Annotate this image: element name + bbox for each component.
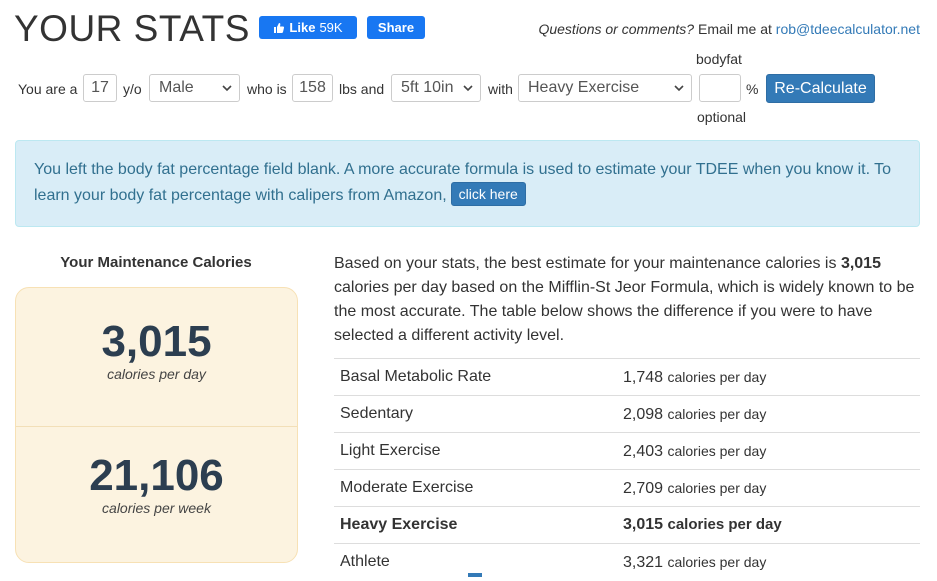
activity-level-label: Moderate Exercise	[340, 479, 474, 496]
calories-unit: calories per day	[667, 443, 767, 459]
activity-select[interactable]: Heavy Exercise	[518, 74, 692, 102]
contact-question: Questions or comments?	[538, 21, 695, 37]
calories-value: 2,098	[623, 406, 664, 423]
activity-level-label: Light Exercise	[340, 442, 441, 459]
activity-level-label: Heavy Exercise	[340, 516, 458, 533]
daily-calories-label: calories per day	[107, 366, 206, 382]
activity-level-value: 2,403 calories per day	[623, 433, 766, 470]
calories-value: 2,403	[623, 443, 664, 460]
chevron-down-icon	[222, 85, 232, 92]
maintenance-title: Your Maintenance Calories	[60, 254, 252, 271]
gender-value: Male	[159, 79, 194, 96]
activity-level-value: 3,321 calories per day	[623, 544, 766, 581]
table-row: Sedentary 2,098 calories per day	[334, 396, 920, 433]
calories-value: 1,748	[623, 369, 664, 386]
height-value: 5ft 10in	[401, 79, 454, 96]
calories-unit: calories per day	[667, 480, 767, 496]
with-label: with	[488, 81, 513, 97]
description-bold-value: 3,015	[840, 255, 881, 272]
bodyfat-label: bodyfat	[696, 51, 742, 67]
table-row: Basal Metabolic Rate 1,748 calories per …	[334, 359, 920, 396]
bodyfat-alert: You left the body fat percentage field b…	[15, 140, 920, 227]
age-input[interactable]: 17	[83, 74, 117, 102]
table-row-selected: Heavy Exercise 3,015 calories per day	[334, 507, 920, 544]
like-label: Like	[289, 20, 316, 35]
weekly-calories-section: 21,106 calories per week	[16, 451, 297, 517]
activity-level-label: Athlete	[340, 553, 390, 570]
calories-card: 3,015 calories per day 21,106 calories p…	[15, 287, 298, 563]
contact-line: Questions or comments? Email me at rob@t…	[538, 21, 920, 37]
activity-level-value: 1,748 calories per day	[623, 359, 766, 396]
calories-value: 3,015	[623, 516, 664, 533]
activity-level-label: Basal Metabolic Rate	[340, 368, 492, 385]
table-row: Athlete 3,321 calories per day	[334, 544, 920, 580]
bodyfat-input[interactable]	[699, 74, 741, 102]
contact-text: Email me at	[697, 21, 772, 37]
percent-label: %	[746, 81, 759, 97]
recalculate-button[interactable]: Re-Calculate	[766, 74, 875, 103]
chevron-down-icon	[463, 85, 473, 92]
yo-label: y/o	[123, 81, 142, 97]
daily-calories-section: 3,015 calories per day	[16, 317, 297, 383]
chevron-down-icon	[674, 85, 684, 92]
table-row: Light Exercise 2,403 calories per day	[334, 433, 920, 470]
results-description: Based on your stats, the best estimate f…	[334, 252, 920, 348]
description-part1: Based on your stats, the best estimate f…	[334, 255, 837, 272]
height-select[interactable]: 5ft 10in	[391, 74, 481, 102]
lbs-and-label: lbs and	[339, 81, 385, 97]
calories-unit: calories per day	[667, 516, 782, 533]
click-here-button[interactable]: click here	[450, 182, 526, 206]
scroll-indicator	[468, 573, 482, 577]
facebook-like-button[interactable]: Like 59K	[259, 16, 357, 39]
description-part2: calories per day based on the Mifflin-St…	[334, 279, 915, 344]
calories-value: 2,709	[623, 480, 664, 497]
card-divider	[16, 426, 297, 427]
weekly-calories-label: calories per week	[102, 500, 211, 516]
who-is-label: who is	[247, 81, 287, 97]
page-title: YOUR STATS	[14, 8, 250, 49]
calories-value: 3,321	[623, 554, 664, 571]
activity-level-value: 2,098 calories per day	[623, 396, 766, 433]
table-row: Moderate Exercise 2,709 calories per day	[334, 470, 920, 507]
activity-level-table: Basal Metabolic Rate 1,748 calories per …	[334, 358, 920, 580]
activity-value: Heavy Exercise	[528, 79, 640, 96]
you-are-a-label: You are a	[18, 81, 78, 97]
facebook-share-button[interactable]: Share	[367, 16, 425, 39]
calories-unit: calories per day	[667, 369, 767, 385]
contact-email-link[interactable]: rob@tdeecalculator.net	[776, 21, 920, 37]
like-count: 59K	[319, 20, 343, 35]
calories-unit: calories per day	[667, 406, 767, 422]
thumbs-up-icon	[274, 22, 285, 33]
activity-level-label: Sedentary	[340, 405, 413, 422]
optional-label: optional	[697, 109, 747, 125]
activity-level-value: 3,015 calories per day	[623, 507, 782, 543]
weight-input[interactable]: 158	[292, 74, 333, 102]
calories-unit: calories per day	[667, 554, 767, 570]
activity-level-value: 2,709 calories per day	[623, 470, 766, 507]
weekly-calories-value: 21,106	[89, 451, 224, 500]
gender-select[interactable]: Male	[149, 74, 240, 102]
daily-calories-value: 3,015	[101, 317, 212, 366]
